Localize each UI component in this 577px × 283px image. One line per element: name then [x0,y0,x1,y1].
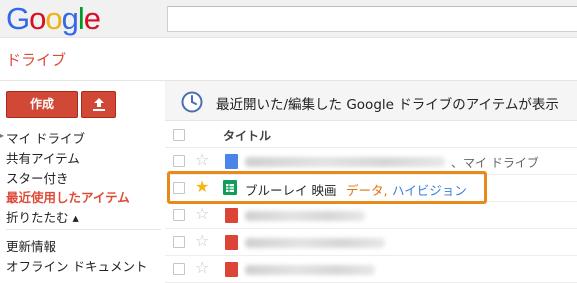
blurred-title [245,157,445,167]
row-checkbox[interactable] [173,263,185,275]
sidebar-item-offline[interactable]: オフライン ドキュメント [6,256,147,275]
document-icon [225,154,238,169]
star-icon[interactable]: ☆ [195,152,209,168]
column-title[interactable]: タイトル [223,127,271,144]
google-logo[interactable]: Google [6,1,101,37]
star-icon[interactable]: ☆ [195,206,209,222]
sidebar-collapse[interactable]: 折りたたむ ▴ [6,207,79,226]
sidebar-item-my-drive[interactable]: マイ ドライブ [6,128,85,147]
row-location: 、マイ ドライブ [451,156,539,170]
image-file-icon [225,208,238,223]
top-bar: Google [0,0,577,38]
recent-banner: 最近開いた/編集した Google ドライブのアイテムが表示 [165,81,577,121]
app-title: ドライブ [6,51,67,69]
list-item[interactable]: ☆ [165,229,577,256]
presentation-icon [225,262,238,277]
logo-letter: e [83,1,101,36]
banner-text: 最近開いた/編集した Google ドライブのアイテムが表示 [216,97,559,113]
logo-letter: g [61,1,79,36]
row-checkbox[interactable] [173,209,185,221]
highlight-annotation [167,171,487,204]
clock-icon [181,91,203,113]
list-item[interactable]: ☆ [165,256,577,283]
sidebar-item-shared[interactable]: 共有アイテム [6,148,80,167]
list-item[interactable]: ☆ [165,202,577,229]
star-icon[interactable]: ☆ [195,233,209,249]
blurred-title [245,211,365,221]
search-input[interactable] [167,6,577,32]
sidebar-item-recent[interactable]: 最近使用したアイテム [6,187,130,206]
logo-letter: o [45,1,62,36]
caret-right-icon: ▸ [0,131,5,140]
sidebar-divider [6,229,161,230]
logo-letter: o [29,1,46,36]
blurred-title [245,238,385,248]
presentation-icon [225,235,238,250]
logo-letter: G [6,1,30,36]
row-checkbox[interactable] [173,236,185,248]
blurred-title [245,265,375,275]
upload-button[interactable] [81,91,116,118]
sidebar-item-starred[interactable]: スター付き [6,168,69,187]
row-checkbox[interactable] [173,155,185,167]
sidebar-item-updates[interactable]: 更新情報 [6,236,56,255]
create-button[interactable]: 作成 [6,91,78,118]
list-header: タイトル [165,122,577,148]
upload-icon [93,98,105,111]
select-all-checkbox[interactable] [173,129,185,141]
star-icon[interactable]: ☆ [195,260,209,276]
